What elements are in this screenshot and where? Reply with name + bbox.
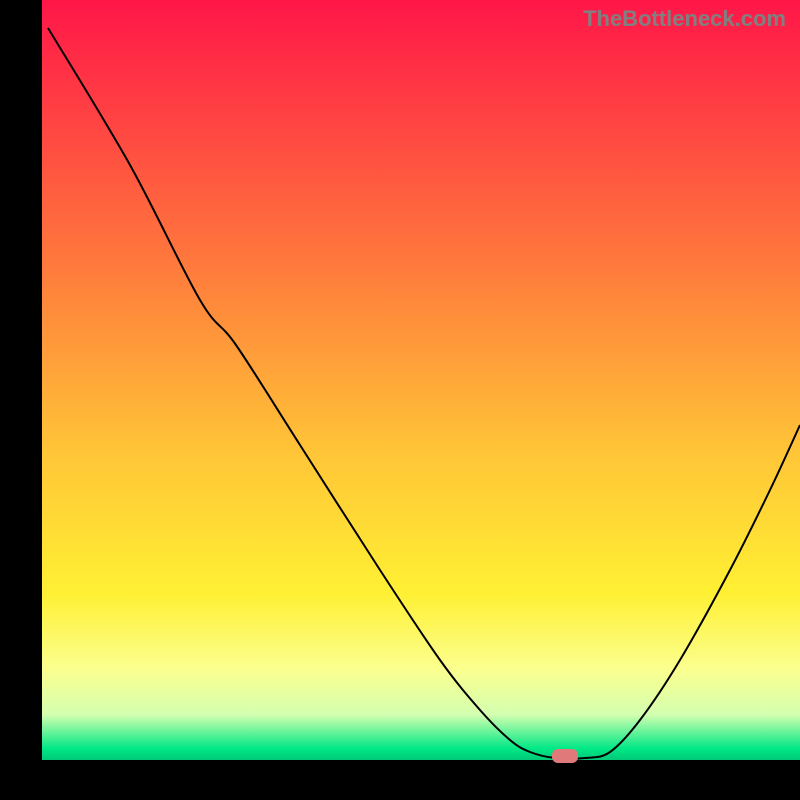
watermark-text: TheBottleneck.com [583,6,786,32]
chart-svg [0,0,800,800]
bottleneck-chart: TheBottleneck.com [0,0,800,800]
optimal-marker [552,749,578,763]
plot-background [42,0,800,760]
